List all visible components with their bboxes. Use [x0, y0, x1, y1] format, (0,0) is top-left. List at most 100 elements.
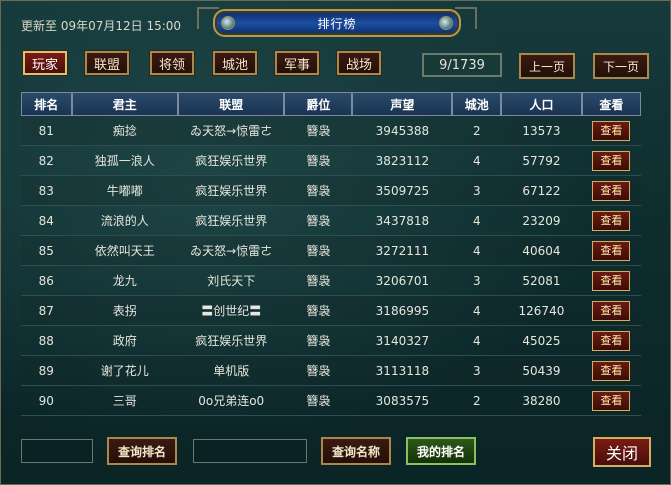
view-button[interactable]: 查看	[592, 210, 631, 231]
gem-icon	[221, 16, 235, 30]
my-rank-button[interactable]: 我的排名	[406, 437, 476, 465]
tab-alliances[interactable]: 联盟	[85, 51, 129, 75]
prestige-cell: 3509725	[352, 176, 453, 206]
lord-cell: 牛嘟嘟	[71, 176, 178, 206]
query-name-button[interactable]: 查询名称	[321, 437, 391, 465]
title-cell: 簪袅	[284, 236, 353, 266]
close-button[interactable]: 关闭	[593, 437, 651, 467]
tab-military[interactable]: 军事	[275, 51, 319, 75]
col-lord: 君主	[71, 92, 178, 116]
lord-cell: 谢了花儿	[71, 356, 178, 386]
view-cell: 查看	[581, 206, 641, 236]
population-cell: 23209	[501, 206, 582, 236]
rank-cell: 87	[21, 296, 72, 326]
view-button[interactable]: 查看	[592, 120, 631, 141]
view-button[interactable]: 查看	[592, 300, 631, 321]
col-population: 人口	[501, 92, 582, 116]
tab-generals[interactable]: 将领	[150, 51, 194, 75]
cities-cell: 3	[452, 356, 502, 386]
prestige-cell: 3272111	[352, 236, 453, 266]
ranking-table: 排名 君主 联盟 爵位 声望 城池 人口 查看 81 痴捻 ゐ天怒→惊雷ㄜ 簪袅 394…	[21, 92, 641, 416]
title-cell: 簪袅	[284, 206, 353, 236]
table-row: 81 痴捻 ゐ天怒→惊雷ㄜ 簪袅 3945388 2 13573 查看	[21, 116, 641, 146]
ranking-window: 更新至 09年07月12日 15:00 排行榜 玩家 联盟 将领 城池 军事 战…	[0, 0, 671, 485]
view-cell: 查看	[581, 236, 641, 266]
col-rank: 排名	[21, 92, 72, 116]
col-alliance: 联盟	[178, 92, 285, 116]
table-header: 排名 君主 联盟 爵位 声望 城池 人口 查看	[21, 92, 641, 116]
rank-query-input[interactable]	[21, 439, 93, 463]
rank-cell: 89	[21, 356, 72, 386]
population-cell: 40604	[501, 236, 582, 266]
population-cell: 13573	[501, 116, 582, 146]
next-page-button[interactable]: 下一页	[593, 53, 649, 79]
cities-cell: 4	[452, 236, 502, 266]
rank-cell: 85	[21, 236, 72, 266]
lord-cell: 三哥	[71, 386, 178, 416]
lord-cell: 表拐	[71, 296, 178, 326]
population-cell: 57792	[501, 146, 582, 176]
cities-cell: 4	[452, 146, 502, 176]
view-button[interactable]: 查看	[592, 330, 631, 351]
prestige-cell: 3945388	[352, 116, 453, 146]
title-bar: 排行榜	[213, 9, 461, 37]
title-cell: 簪袅	[284, 386, 353, 416]
population-cell: 67122	[501, 176, 582, 206]
population-cell: 50439	[501, 356, 582, 386]
tab-cities[interactable]: 城池	[213, 51, 257, 75]
alliance-cell: ゐ天怒→惊雷ㄜ	[178, 236, 285, 266]
title-cell: 簪袅	[284, 146, 353, 176]
view-cell: 查看	[581, 296, 641, 326]
prestige-cell: 3140327	[352, 326, 453, 356]
view-button[interactable]: 查看	[592, 150, 631, 171]
view-button[interactable]: 查看	[592, 390, 631, 411]
cities-cell: 4	[452, 326, 502, 356]
view-button[interactable]: 查看	[592, 180, 631, 201]
col-prestige: 声望	[352, 92, 453, 116]
rank-cell: 83	[21, 176, 72, 206]
table-row: 89 谢了花儿 单机版 簪袅 3113118 3 50439 查看	[21, 356, 641, 386]
view-button[interactable]: 查看	[592, 360, 631, 381]
alliance-cell: 〓创世纪〓	[178, 296, 285, 326]
tab-players[interactable]: 玩家	[23, 51, 67, 75]
prestige-cell: 3083575	[352, 386, 453, 416]
view-cell: 查看	[581, 356, 641, 386]
col-title: 爵位	[284, 92, 353, 116]
view-button[interactable]: 查看	[592, 270, 631, 291]
title-cell: 簪袅	[284, 356, 353, 386]
prestige-cell: 3206701	[352, 266, 453, 296]
col-view: 查看	[581, 92, 641, 116]
lord-cell: 独孤一浪人	[71, 146, 178, 176]
view-cell: 查看	[581, 116, 641, 146]
view-cell: 查看	[581, 386, 641, 416]
title-cell: 簪袅	[284, 176, 353, 206]
population-cell: 52081	[501, 266, 582, 296]
table-row: 82 独孤一浪人 疯狂娱乐世界 簪袅 3823112 4 57792 查看	[21, 146, 641, 176]
rank-cell: 82	[21, 146, 72, 176]
view-button[interactable]: 查看	[592, 240, 631, 261]
population-cell: 38280	[501, 386, 582, 416]
alliance-cell: 疯狂娱乐世界	[178, 206, 285, 236]
update-time: 更新至 09年07月12日 15:00	[21, 19, 182, 33]
lord-cell: 依然叫天王	[71, 236, 178, 266]
view-cell: 查看	[581, 146, 641, 176]
cities-cell: 2	[452, 386, 502, 416]
prestige-cell: 3823112	[352, 146, 453, 176]
lord-cell: 痴捻	[71, 116, 178, 146]
table-row: 86 龙九 刘氏天下 簪袅 3206701 3 52081 查看	[21, 266, 641, 296]
prev-page-button[interactable]: 上一页	[519, 53, 575, 79]
view-cell: 查看	[581, 326, 641, 356]
table-row: 87 表拐 〓创世纪〓 簪袅 3186995 4 126740 查看	[21, 296, 641, 326]
name-query-input[interactable]	[193, 439, 307, 463]
table-row: 90 三哥 0o兄弟连o0 簪袅 3083575 2 38280 查看	[21, 386, 641, 416]
tab-battlefield[interactable]: 战场	[337, 51, 381, 75]
query-rank-button[interactable]: 查询排名	[107, 437, 177, 465]
prestige-cell: 3437818	[352, 206, 453, 236]
title-cell: 簪袅	[284, 326, 353, 356]
lord-cell: 政府	[71, 326, 178, 356]
rank-cell: 88	[21, 326, 72, 356]
table-row: 85 依然叫天王 ゐ天怒→惊雷ㄜ 簪袅 3272111 4 40604 查看	[21, 236, 641, 266]
rank-cell: 90	[21, 386, 72, 416]
title-cell: 簪袅	[284, 296, 353, 326]
window-title: 排行榜	[317, 16, 357, 31]
